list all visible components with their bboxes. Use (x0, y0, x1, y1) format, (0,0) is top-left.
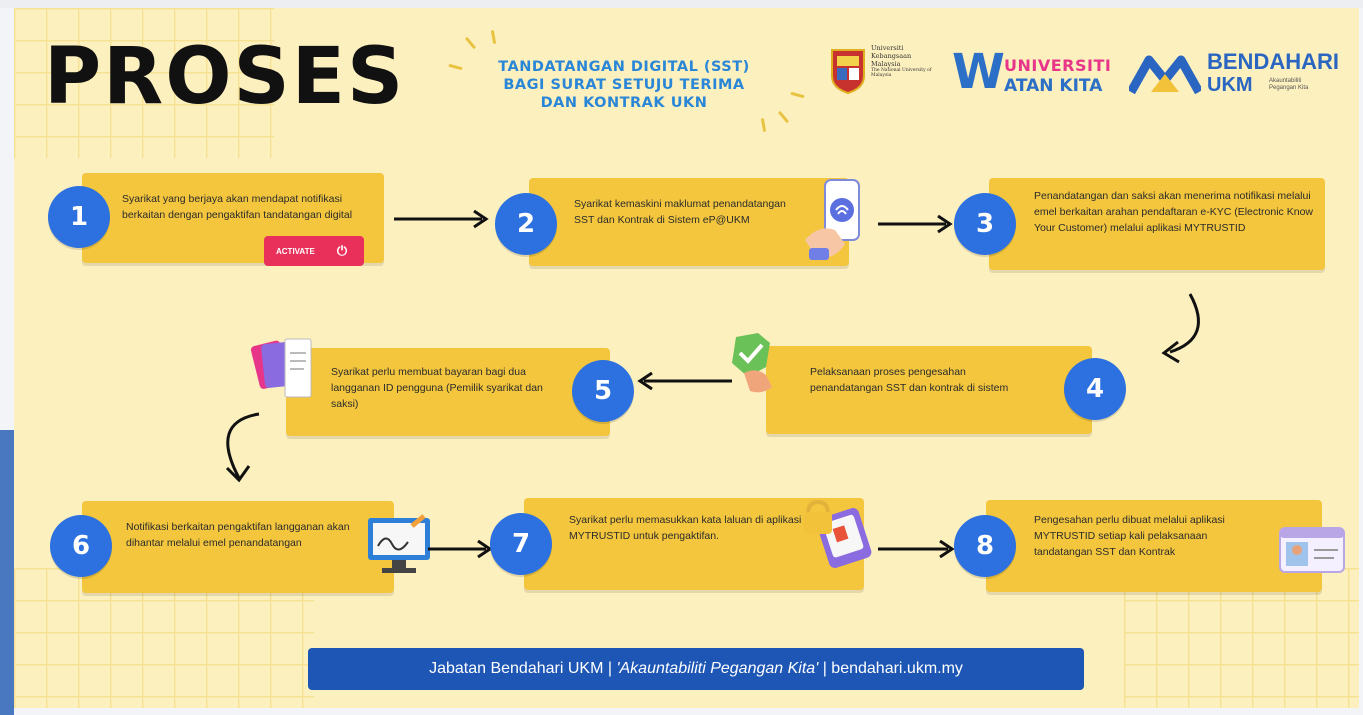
ukm-logo-small-text: The National University of Malaysia (871, 68, 932, 78)
arrow-right-icon (428, 539, 493, 559)
ukm-logo: Universiti Kebangsaan Malaysia The Natio… (829, 42, 949, 102)
step-6-card: Notifikasi berkaitan pengaktifan langgan… (82, 501, 394, 593)
poster-title: PROSES (44, 32, 406, 122)
left-blue-strip (0, 430, 14, 715)
infographic-poster: PROSES TANDATANGAN DIGITAL (SST) BAGI SU… (14, 8, 1359, 708)
step-1-text: Syarikat yang berjaya akan mendapat noti… (122, 193, 353, 221)
step-4-card: Pelaksanaan proses pengesahan penandatan… (766, 346, 1092, 434)
step-3-text: Penandatangan dan saksi akan menerima no… (1034, 190, 1313, 234)
uwk-line2: ATAN KITA (1004, 76, 1103, 96)
step-7-text: Syarikat perlu memasukkan kata laluan di… (569, 514, 802, 542)
activate-button[interactable]: ACTIVATE ⏻ (264, 236, 364, 266)
footer-banner: Jabatan Bendahari UKM | 'Akauntabiliti P… (308, 648, 1084, 690)
uwk-line1: UNIVERSITI (1004, 56, 1112, 75)
step-3-badge: 3 (954, 193, 1016, 255)
step-8-badge: 8 (954, 515, 1016, 577)
bendahari-ukm-logo: BENDAHARI UKM Akauntabiliti Pegangan Kit… (1129, 48, 1359, 100)
step-4-text: Pelaksanaan proses pengesahan penandatan… (810, 366, 1009, 394)
poster-subtitle: TANDATANGAN DIGITAL (SST) BAGI SURAT SET… (459, 58, 789, 112)
bendahari-mark-icon (1129, 55, 1201, 94)
step-2-badge: 2 (495, 193, 557, 255)
subtitle-line: DAN KONTRAK UKN (540, 95, 708, 111)
ukm-logo-line: Universiti (871, 44, 904, 52)
arrow-right-icon (878, 214, 953, 234)
arrow-right-icon (394, 209, 489, 229)
step-6-text: Notifikasi berkaitan pengaktifan langgan… (126, 521, 350, 549)
arrow-right-icon (878, 539, 955, 559)
ukm-logo-line: Malaysia (871, 60, 901, 68)
curved-arrow-down-icon (1161, 293, 1200, 364)
step-8-card: Pengesahan perlu dibuat melalui aplikasi… (986, 500, 1322, 592)
step-2-text: Syarikat kemaskini maklumat penandatanga… (574, 198, 786, 226)
step-8-text: Pengesahan perlu dibuat melalui aplikasi… (1034, 514, 1225, 558)
curved-arrow-down-icon (225, 412, 260, 483)
subtitle-line: BAGI SURAT SETUJU TERIMA (503, 77, 745, 93)
step-7-badge: 7 (490, 513, 552, 575)
lock-device-icon (804, 499, 872, 568)
ukm-logo-text: Universiti Kebangsaan Malaysia The Natio… (871, 44, 949, 78)
uwk-w-mark: W (952, 44, 1005, 100)
bendahari-name: BENDAHARI (1207, 49, 1339, 74)
ukm-logo-line: Kebangsaan (871, 52, 912, 60)
step-1-badge: 1 (48, 186, 110, 248)
step-5-badge: 5 (572, 360, 634, 422)
bendahari-ukm: UKM (1207, 74, 1253, 96)
power-icon: ⏻ (336, 243, 348, 258)
phone-fingerprint-icon (805, 179, 860, 260)
bendahari-tagline: Akauntabiliti Pegangan Kita (1269, 78, 1309, 91)
ukm-crest-icon (831, 49, 865, 94)
step-5-card: Syarikat perlu membuat bayaran bagi dua … (286, 348, 610, 436)
activate-label: ACTIVATE (276, 246, 315, 256)
cards-receipt-icon (250, 338, 312, 398)
step-6-badge: 6 (50, 515, 112, 577)
universiti-watan-kita-logo: W UNIVERSITI ATAN KITA (952, 48, 1127, 100)
subtitle-line: TANDATANGAN DIGITAL (SST) (498, 59, 750, 75)
window-top-edge (0, 0, 1363, 8)
sparkle-ray (777, 110, 790, 124)
sparkle-ray (464, 36, 477, 50)
step-4-badge: 4 (1064, 358, 1126, 420)
footer-department: Jabatan Bendahari UKM | (429, 660, 617, 677)
sparkle-ray (490, 29, 497, 45)
arrow-left-icon (637, 371, 732, 391)
footer-slogan: 'Akauntabiliti Pegangan Kita' (616, 660, 819, 677)
footer-website[interactable]: | bendahari.ukm.my (818, 660, 963, 678)
step-3-card: Penandatangan dan saksi akan menerima no… (989, 178, 1325, 270)
sparkle-ray (790, 91, 805, 99)
sparkle-ray (760, 117, 767, 133)
step-5-text: Syarikat perlu membuat bayaran bagi dua … (331, 366, 543, 410)
id-card-icon (1279, 527, 1345, 573)
